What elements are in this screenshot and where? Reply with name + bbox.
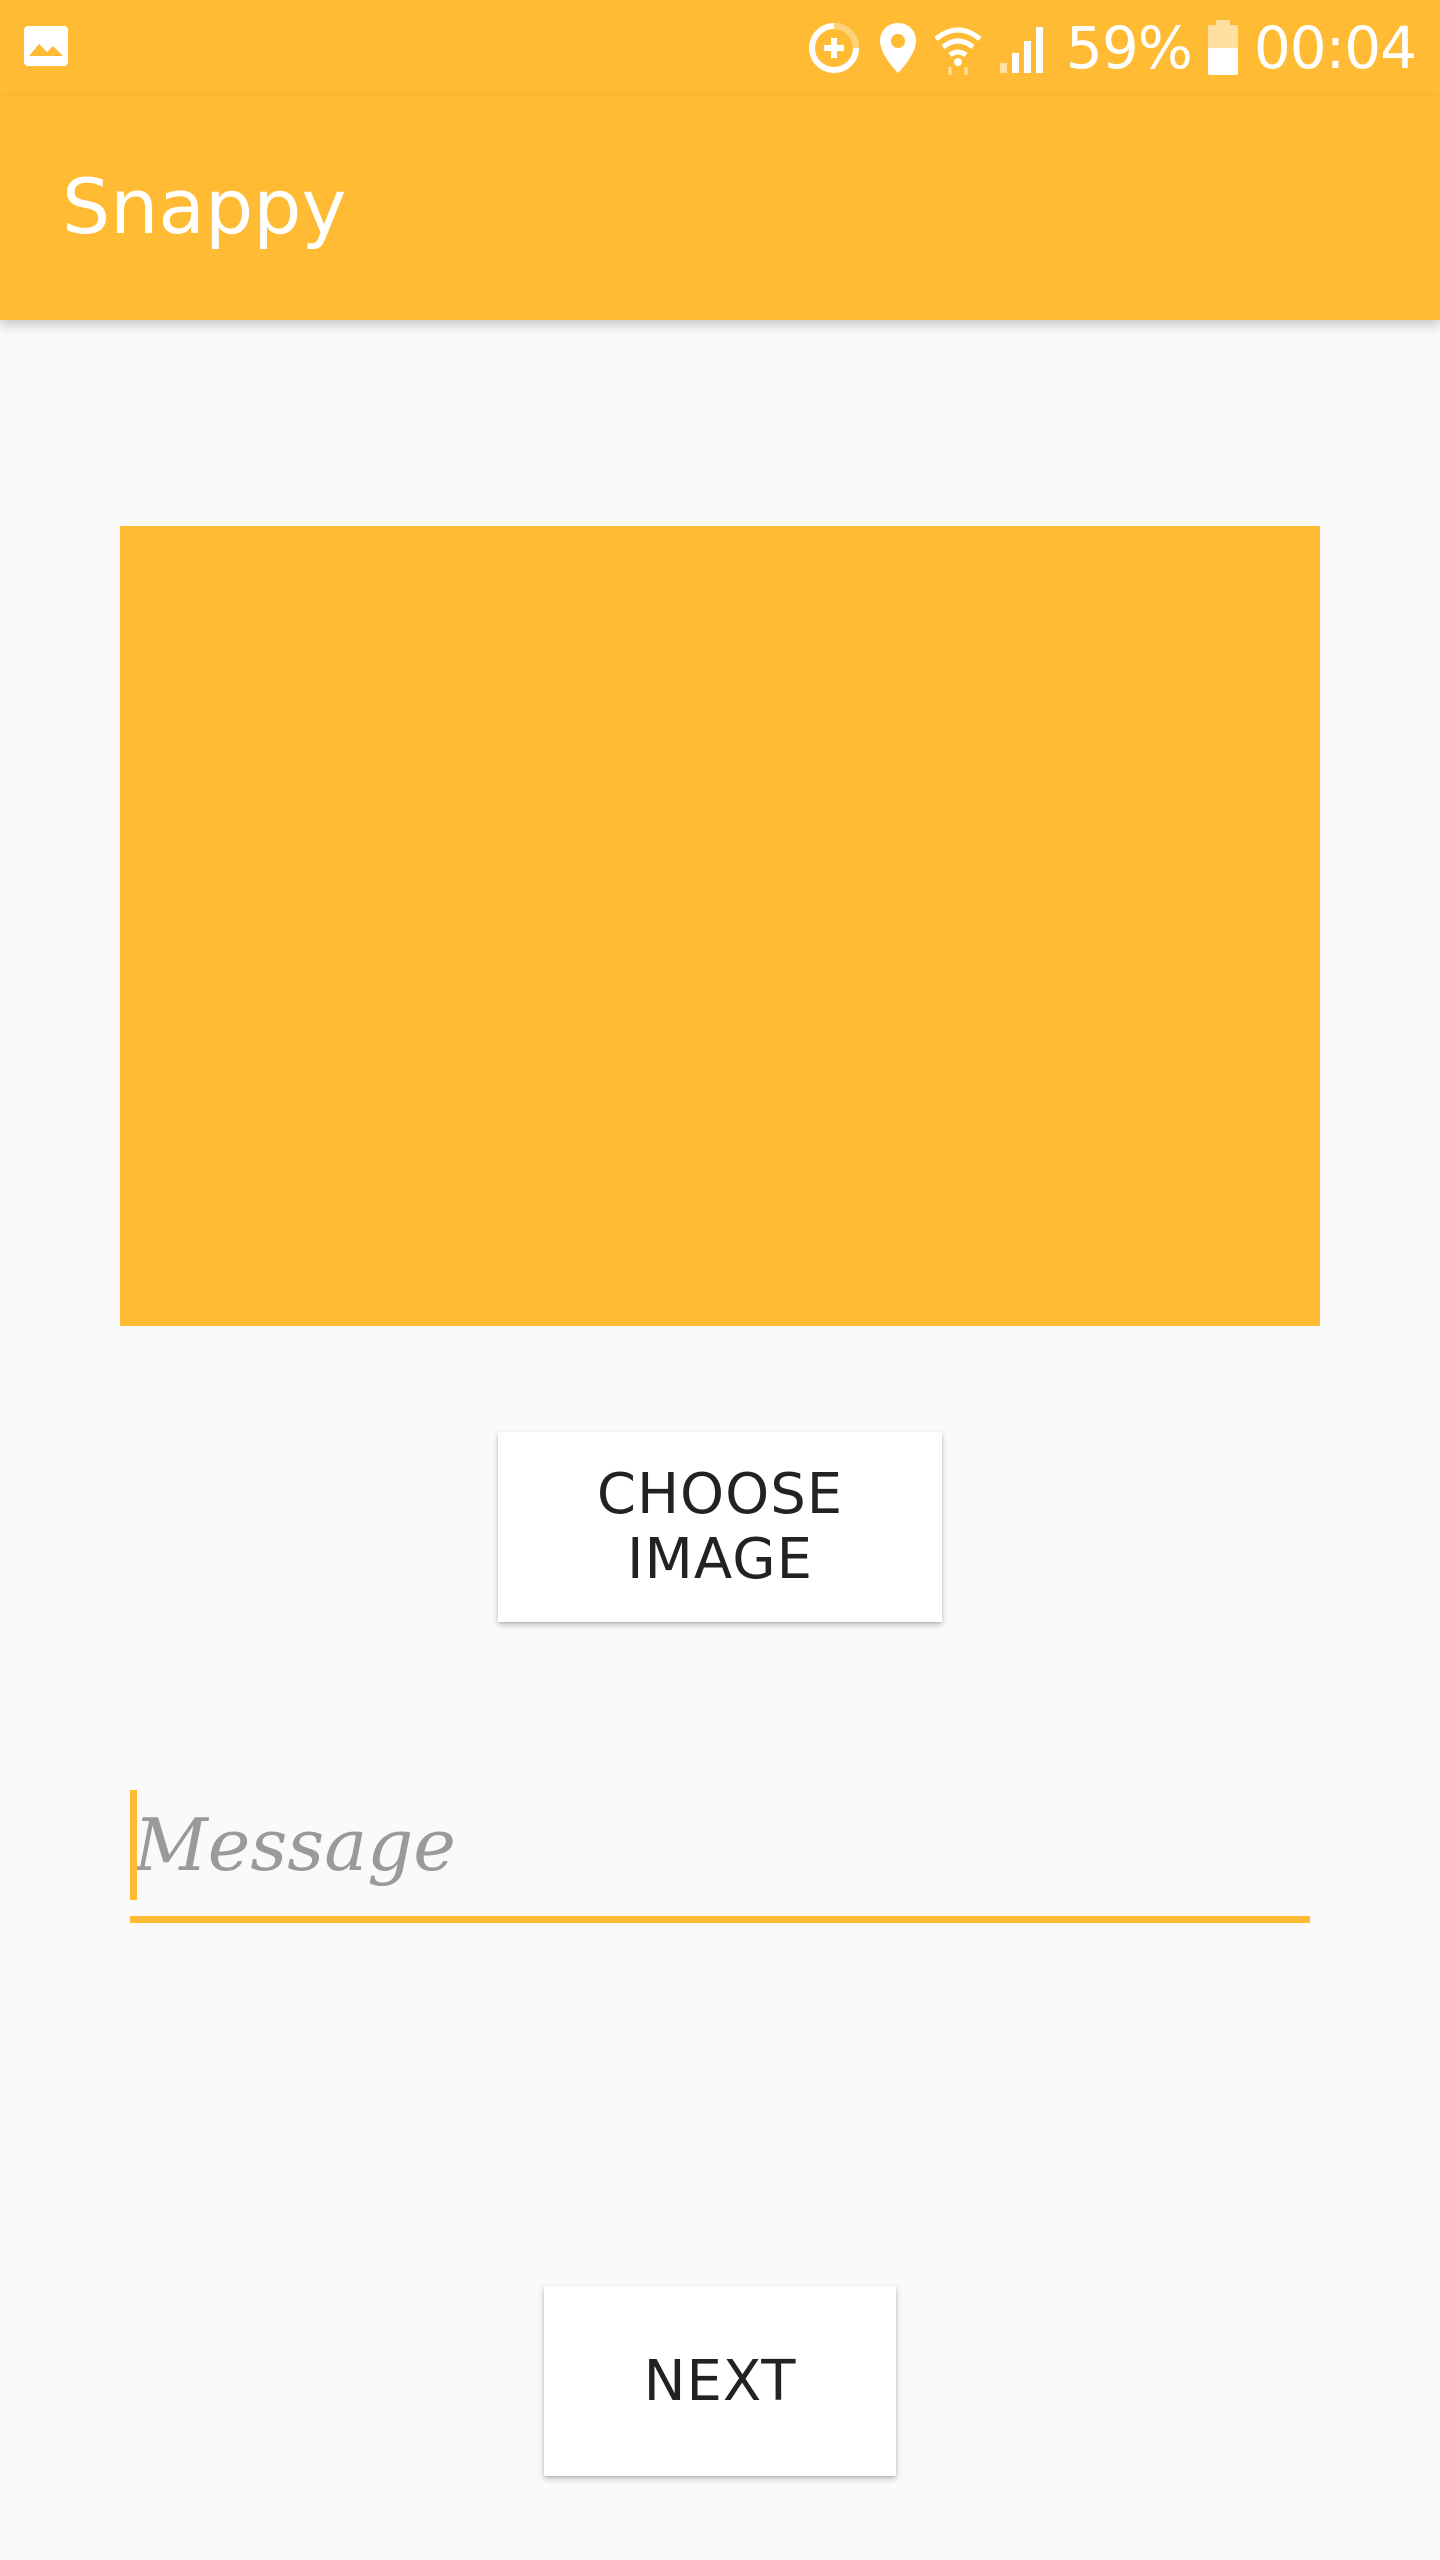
image-preview — [120, 526, 1320, 1326]
text-cursor — [130, 1790, 137, 1900]
location-icon — [878, 21, 918, 75]
battery-icon — [1206, 20, 1240, 76]
gallery-icon — [22, 22, 70, 70]
data-saver-icon — [804, 18, 864, 78]
choose-image-button[interactable]: CHOOSE IMAGE — [498, 1432, 942, 1622]
signal-icon — [998, 21, 1052, 75]
next-button[interactable]: NEXT — [544, 2286, 896, 2476]
status-time: 00:04 — [1253, 14, 1417, 82]
wifi-icon — [932, 21, 984, 75]
message-field[interactable] — [130, 1780, 1310, 1930]
app-bar: Snappy — [0, 96, 1440, 320]
status-icons: 59% 00:04 — [804, 0, 1417, 96]
battery-percent: 59% — [1065, 14, 1193, 82]
page-title: Snappy — [62, 162, 347, 251]
message-underline — [130, 1916, 1310, 1923]
message-input[interactable] — [130, 1790, 1310, 1900]
status-bar: 59% 00:04 — [0, 0, 1440, 96]
